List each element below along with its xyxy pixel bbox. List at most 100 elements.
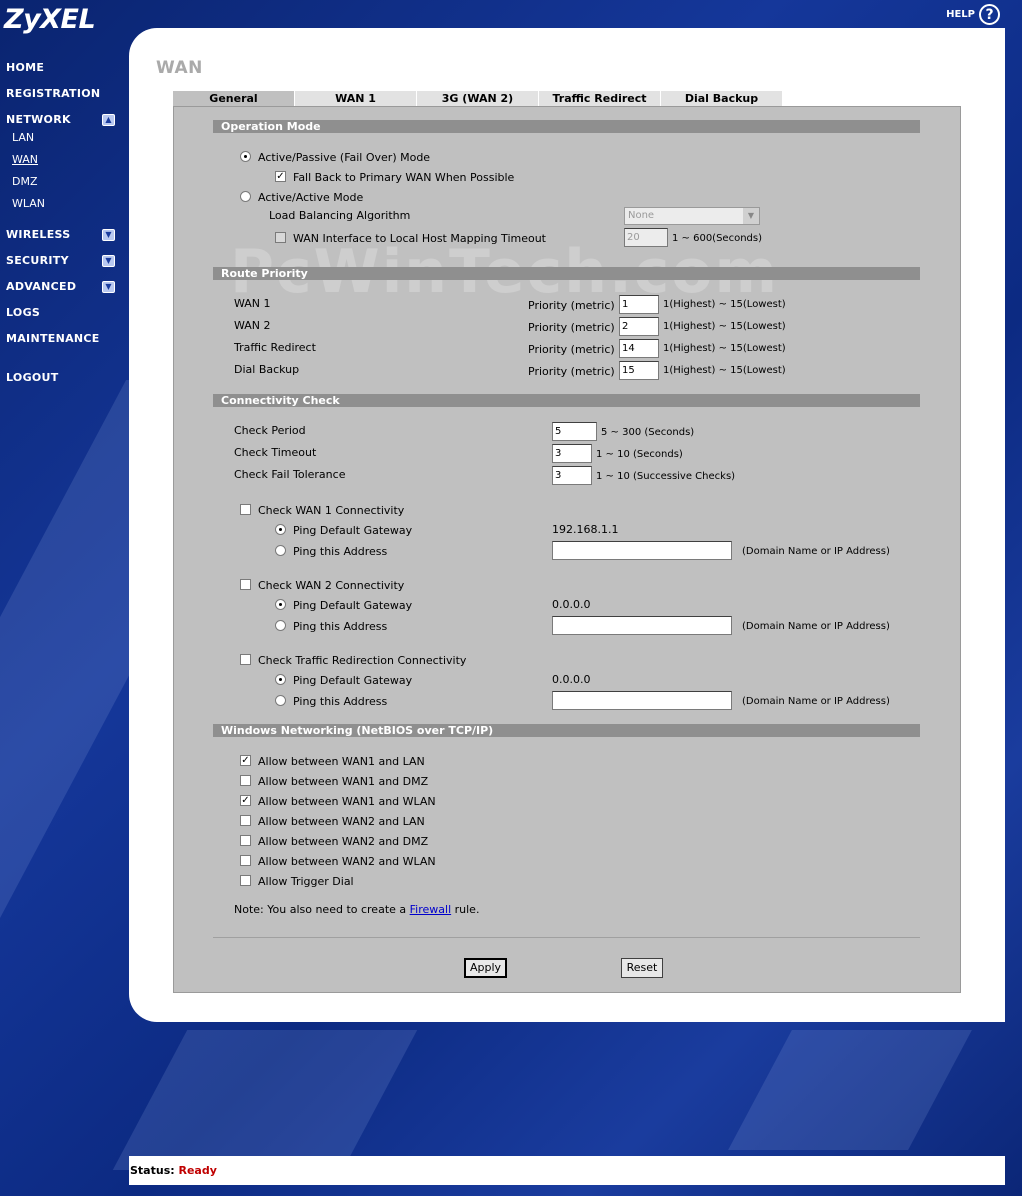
check-wan1-checkbox[interactable] <box>240 504 251 515</box>
ping-address-label: Ping this Address <box>293 695 388 708</box>
help-button[interactable]: HELP ? <box>946 4 1000 25</box>
check-timeout-range: 1 ~ 10 (Seconds) <box>596 449 683 460</box>
check-traffic-label: Check Traffic Redirection Connectivity <box>258 654 467 667</box>
priority-range: 1(Highest) ~ 15(Lowest) <box>663 343 786 354</box>
netbios-wan2-lan-checkbox[interactable] <box>240 815 251 826</box>
section-route-priority: Route Priority <box>213 267 920 280</box>
wan2-ping-address-input[interactable] <box>552 616 732 635</box>
chevron-down-icon[interactable]: ▼ <box>102 255 115 267</box>
check-wan1-label: Check WAN 1 Connectivity <box>258 504 405 517</box>
check-period-input[interactable] <box>552 422 597 441</box>
page-title: WAN <box>156 58 203 78</box>
nav-security[interactable]: SECURITY <box>6 254 69 267</box>
background-stripe <box>112 1030 418 1170</box>
priority-label: Priority (metric) <box>528 299 615 312</box>
wan1-ping-gateway-radio[interactable] <box>275 524 286 535</box>
traffic-ping-gateway-radio[interactable] <box>275 674 286 685</box>
priority-range: 1(Highest) ~ 15(Lowest) <box>663 365 786 376</box>
nav-maintenance[interactable]: MAINTENANCE <box>6 332 100 345</box>
address-hint: (Domain Name or IP Address) <box>742 696 890 707</box>
netbios-wan1-dmz-checkbox[interactable] <box>240 775 251 786</box>
check-timeout-label: Check Timeout <box>234 446 317 459</box>
address-hint: (Domain Name or IP Address) <box>742 621 890 632</box>
check-timeout-input[interactable] <box>552 444 592 463</box>
nav-network[interactable]: NETWORK <box>6 113 71 126</box>
chevron-down-icon[interactable]: ▼ <box>102 229 115 241</box>
nav-registration[interactable]: REGISTRATION <box>6 87 100 100</box>
traffic-ping-address-input[interactable] <box>552 691 732 710</box>
wan-general-form: PcWinTech.com Operation Mode Active/Pass… <box>173 106 961 993</box>
ping-address-label: Ping this Address <box>293 620 388 633</box>
nav-wireless[interactable]: WIRELESS <box>6 228 70 241</box>
wan1-ping-address-radio[interactable] <box>275 545 286 556</box>
ping-gateway-label: Ping Default Gateway <box>293 524 413 537</box>
netbios-label: Allow between WAN2 and DMZ <box>258 835 429 848</box>
nav-wlan[interactable]: WLAN <box>12 197 45 210</box>
status-label: Status: <box>130 1164 175 1177</box>
firewall-note: Note: You also need to create a Firewall… <box>234 903 479 916</box>
netbios-wan1-wlan-checkbox[interactable]: ✓ <box>240 795 251 806</box>
netbios-label: Allow between WAN1 and LAN <box>258 755 425 768</box>
check-wan2-label: Check WAN 2 Connectivity <box>258 579 405 592</box>
mapping-timeout-checkbox[interactable] <box>275 232 286 243</box>
nav-logs[interactable]: LOGS <box>6 306 40 319</box>
wan2-ping-address-radio[interactable] <box>275 620 286 631</box>
check-traffic-checkbox[interactable] <box>240 654 251 665</box>
main-panel: WAN General WAN 1 3G (WAN 2) Traffic Red… <box>129 28 1005 1022</box>
nav-dmz[interactable]: DMZ <box>12 175 38 188</box>
route-wan2-priority-input[interactable] <box>619 317 659 336</box>
nav-wan[interactable]: WAN <box>12 153 38 166</box>
background-stripe <box>728 1030 972 1150</box>
wan2-gateway-value: 0.0.0.0 <box>552 598 591 611</box>
netbios-wan2-wlan-checkbox[interactable] <box>240 855 251 866</box>
route-dial-label: Dial Backup <box>234 363 300 376</box>
dropdown-arrow-icon: ▼ <box>743 208 759 224</box>
route-traffic-priority-input[interactable] <box>619 339 659 358</box>
route-traffic-label: Traffic Redirect <box>234 341 316 354</box>
priority-label: Priority (metric) <box>528 321 615 334</box>
route-wan1-label: WAN 1 <box>234 297 271 310</box>
apply-button[interactable]: Apply <box>464 958 507 978</box>
wan1-ping-address-input[interactable] <box>552 541 732 560</box>
active-passive-label: Active/Passive (Fail Over) Mode <box>258 151 431 164</box>
fall-back-checkbox[interactable]: ✓ <box>275 171 286 182</box>
route-dial-priority-input[interactable] <box>619 361 659 380</box>
tab-traffic-redirect[interactable]: Traffic Redirect <box>539 91 661 106</box>
traffic-ping-address-radio[interactable] <box>275 695 286 706</box>
tab-wan1[interactable]: WAN 1 <box>295 91 417 106</box>
netbios-wan1-lan-checkbox[interactable]: ✓ <box>240 755 251 766</box>
zyxel-logo: ZyXEL <box>4 4 96 35</box>
route-wan1-priority-input[interactable] <box>619 295 659 314</box>
help-label: HELP <box>946 9 975 20</box>
lb-algorithm-select[interactable]: None ▼ <box>624 207 760 225</box>
nav-lan[interactable]: LAN <box>12 131 34 144</box>
active-active-radio[interactable] <box>240 191 251 202</box>
fail-tolerance-range: 1 ~ 10 (Successive Checks) <box>596 471 736 482</box>
netbios-wan2-dmz-checkbox[interactable] <box>240 835 251 846</box>
netbios-label: Allow between WAN1 and DMZ <box>258 775 429 788</box>
reset-button[interactable]: Reset <box>621 958 663 978</box>
lb-algorithm-value: None <box>628 210 655 221</box>
mapping-timeout-input[interactable] <box>624 228 668 247</box>
firewall-link[interactable]: Firewall <box>410 903 451 916</box>
chevron-down-icon[interactable]: ▼ <box>102 281 115 293</box>
address-hint: (Domain Name or IP Address) <box>742 546 890 557</box>
priority-label: Priority (metric) <box>528 365 615 378</box>
chevron-up-icon[interactable]: ▲ <box>102 114 115 126</box>
tab-3g-wan2[interactable]: 3G (WAN 2) <box>417 91 539 106</box>
priority-label: Priority (metric) <box>528 343 615 356</box>
check-wan2-checkbox[interactable] <box>240 579 251 590</box>
priority-range: 1(Highest) ~ 15(Lowest) <box>663 321 786 332</box>
tab-general[interactable]: General <box>173 91 295 106</box>
tab-dial-backup[interactable]: Dial Backup <box>661 91 783 106</box>
lb-algorithm-label: Load Balancing Algorithm <box>269 209 411 222</box>
fail-tolerance-input[interactable] <box>552 466 592 485</box>
traffic-gateway-value: 0.0.0.0 <box>552 673 591 686</box>
wan2-ping-gateway-radio[interactable] <box>275 599 286 610</box>
active-passive-radio[interactable] <box>240 151 251 162</box>
section-connectivity-check: Connectivity Check <box>213 394 920 407</box>
nav-logout[interactable]: LOGOUT <box>6 371 59 384</box>
nav-home[interactable]: HOME <box>6 61 44 74</box>
nav-advanced[interactable]: ADVANCED <box>6 280 76 293</box>
trigger-dial-checkbox[interactable] <box>240 875 251 886</box>
